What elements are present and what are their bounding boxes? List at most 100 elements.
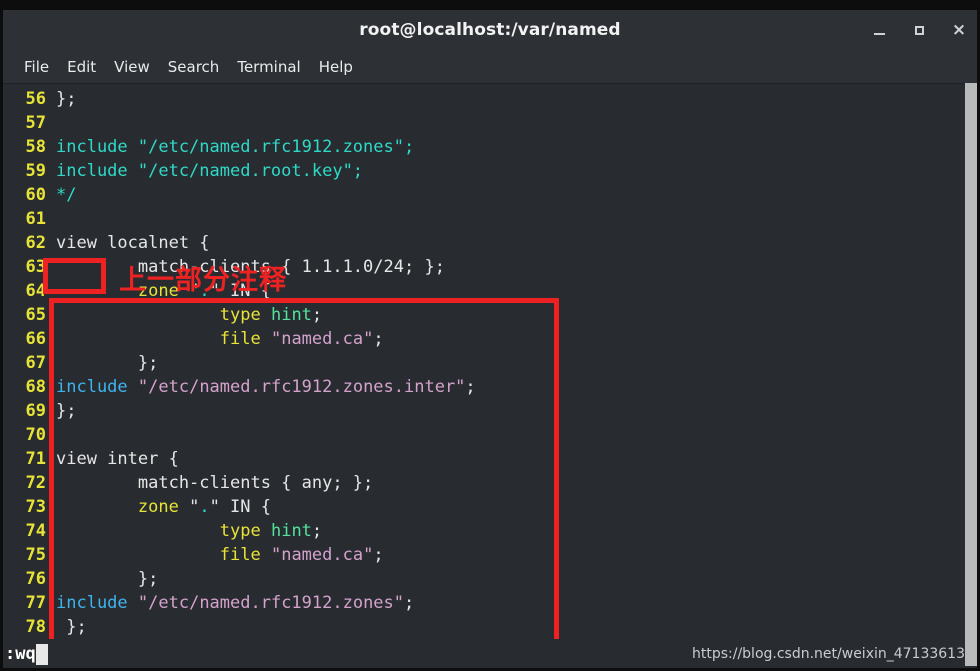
editor-line[interactable]: 75 file "named.ca"; xyxy=(3,543,977,567)
line-content xyxy=(48,423,56,447)
editor-line[interactable]: 61 xyxy=(3,207,977,231)
line-content: include "/etc/named.rfc1912.zones.inter"… xyxy=(48,375,476,399)
code-token: zone xyxy=(137,281,179,301)
editor-line[interactable]: 66 file "named.ca"; xyxy=(3,327,977,351)
editor-line[interactable]: 71 view inter { xyxy=(3,447,977,471)
line-content: include "/etc/named.rfc1912.zones"; xyxy=(48,591,414,615)
line-number: 56 xyxy=(25,89,46,109)
menu-item-edit[interactable]: Edit xyxy=(58,56,105,78)
editor-line[interactable]: 64 zone "." IN { xyxy=(3,279,977,303)
line-content xyxy=(48,207,56,231)
code-token: */ xyxy=(56,185,77,205)
scrollbar-thumb[interactable] xyxy=(965,83,977,666)
line-number: 66 xyxy=(25,329,46,349)
editor-line[interactable]: 70 xyxy=(3,423,977,447)
code-token: include "/etc/named.rfc1912.zones"; xyxy=(56,137,415,157)
line-content: zone "." IN { xyxy=(48,495,271,519)
vertical-scrollbar[interactable] xyxy=(965,83,977,666)
editor-line[interactable]: 68 include "/etc/named.rfc1912.zones.inte… xyxy=(3,375,977,399)
code-token: }; xyxy=(56,89,77,109)
editor-line[interactable]: 59 include "/etc/named.root.key"; xyxy=(3,159,977,183)
code-token: include xyxy=(56,593,128,613)
editor-line[interactable]: 76 }; xyxy=(3,567,977,591)
line-content: }; xyxy=(48,567,158,591)
editor-line[interactable]: 69}; xyxy=(3,399,977,423)
editor-line[interactable]: 73 zone "." IN { xyxy=(3,495,977,519)
editor-line[interactable]: 57 xyxy=(3,111,977,135)
text-cursor xyxy=(35,643,48,665)
line-number: 70 xyxy=(25,425,46,445)
editor-line[interactable]: 56}; xyxy=(3,87,977,111)
line-content: view localnet { xyxy=(48,231,210,255)
code-token: }; xyxy=(56,401,77,421)
code-token: . xyxy=(199,497,210,517)
line-number: 68 xyxy=(25,377,46,397)
editor-line[interactable]: 78 }; xyxy=(3,615,977,639)
editor-line[interactable]: 77 include "/etc/named.rfc1912.zones"; xyxy=(3,591,977,615)
menu-item-terminal[interactable]: Terminal xyxy=(228,56,309,78)
editor-line[interactable]: 58 include "/etc/named.rfc1912.zones"; xyxy=(3,135,977,159)
line-number: 69 xyxy=(25,401,46,421)
editor-line[interactable]: 67 }; xyxy=(3,351,977,375)
editor-line[interactable]: 63 match-clients { 1.1.1.0/24; }; xyxy=(3,255,977,279)
line-content: }; xyxy=(48,351,158,375)
line-number: 73 xyxy=(25,497,46,517)
line-number: 67 xyxy=(25,353,46,373)
line-content: view inter { xyxy=(48,447,179,471)
menu-item-file[interactable]: File xyxy=(15,56,58,78)
line-number: 71 xyxy=(25,449,46,469)
editor-lines[interactable]: 56}; 57 58 include "/etc/named.rfc1912.zone… xyxy=(3,84,977,639)
menu-item-help[interactable]: Help xyxy=(310,56,362,78)
line-number: 77 xyxy=(25,593,46,613)
title-bar: root@localhost:/var/named × xyxy=(3,10,977,50)
line-number: 65 xyxy=(25,305,46,325)
line-content: type hint; xyxy=(48,303,322,327)
code-token: }; xyxy=(56,617,87,637)
watermark-url: https://blog.csdn.net/weixin_47133613 xyxy=(691,646,965,662)
vim-status-line: :wq https://blog.csdn.net/weixin_4713361… xyxy=(3,639,977,668)
line-number: 62 xyxy=(25,233,46,253)
code-token: ; xyxy=(311,305,323,325)
code-token: " xyxy=(178,281,200,301)
menu-item-search[interactable]: Search xyxy=(159,56,229,78)
line-content: match-clients { any; }; xyxy=(48,471,373,495)
line-content: }; xyxy=(48,87,76,111)
menu-item-view[interactable]: View xyxy=(105,56,159,78)
editor-line[interactable]: 72 match-clients { any; }; xyxy=(3,471,977,495)
line-number: 75 xyxy=(25,545,46,565)
code-token: ; xyxy=(373,329,384,349)
close-icon[interactable]: × xyxy=(947,18,971,42)
code-token: hint xyxy=(270,305,312,325)
code-token: match-clients { 1.1.1.0/24; }; xyxy=(56,257,445,277)
editor-line[interactable]: 65 type hint; xyxy=(3,303,977,327)
code-token: match-clients { any; }; xyxy=(56,473,374,493)
line-number: 63 xyxy=(25,257,46,277)
line-content: file "named.ca"; xyxy=(48,543,384,567)
vim-command-text: :wq xyxy=(5,644,36,664)
editor-line[interactable]: 60 */ xyxy=(3,183,977,207)
line-content: include "/etc/named.rfc1912.zones"; xyxy=(48,135,414,159)
code-token: ; xyxy=(404,593,415,613)
code-token: " xyxy=(178,497,200,517)
terminal-body[interactable]: 56}; 57 58 include "/etc/named.rfc1912.zone… xyxy=(3,84,977,668)
line-content xyxy=(48,111,56,135)
line-content: type hint; xyxy=(48,519,322,543)
editor-line[interactable]: 74 type hint; xyxy=(3,519,977,543)
line-content: zone "." IN { xyxy=(48,279,271,303)
code-token: "named.ca" xyxy=(270,545,374,565)
code-token: include "/etc/named.root.key"; xyxy=(56,161,364,181)
minimize-icon[interactable] xyxy=(867,18,891,42)
code-token: " IN { xyxy=(209,281,271,301)
maximize-icon[interactable] xyxy=(907,18,931,42)
line-content: match-clients { 1.1.1.0/24; }; xyxy=(48,255,445,279)
code-token: ; xyxy=(311,521,323,541)
code-token: "named.ca" xyxy=(270,329,374,349)
code-token: file xyxy=(219,329,261,349)
editor-line[interactable]: 62 view localnet { xyxy=(3,231,977,255)
code-token: type xyxy=(219,305,261,325)
